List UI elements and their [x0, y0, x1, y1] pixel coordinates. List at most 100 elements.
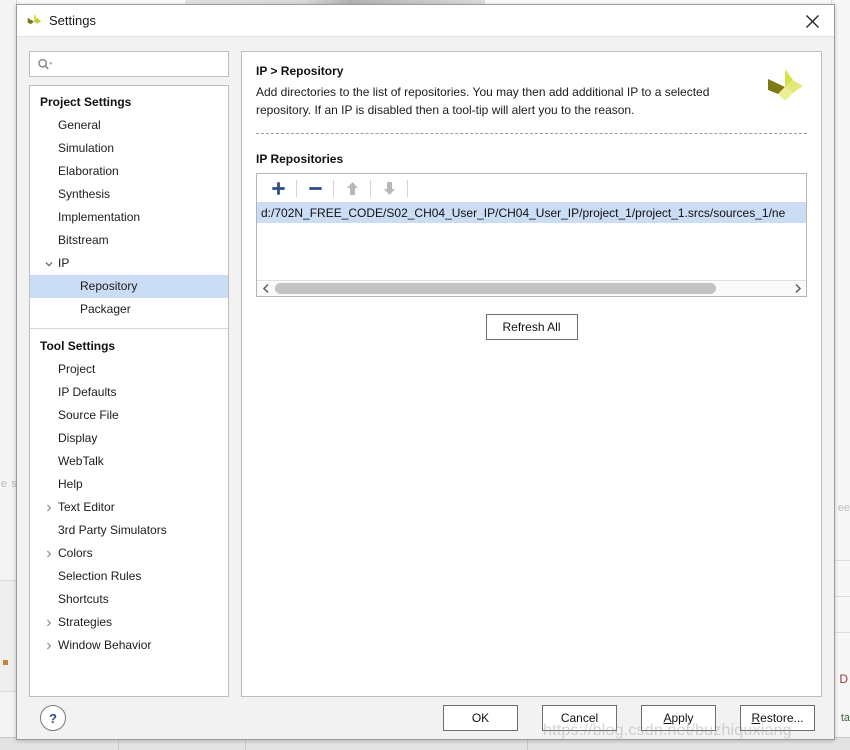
sidebar-item-project[interactable]: Project	[30, 358, 228, 381]
chevron-right-icon[interactable]	[44, 618, 54, 628]
repository-path: d:/702N_FREE_CODE/S02_CH04_User_IP/CH04_…	[261, 206, 786, 220]
chevron-right-icon[interactable]	[790, 282, 804, 296]
sidebar-item-label: Help	[58, 477, 83, 491]
sidebar-item-label: Text Editor	[58, 500, 115, 514]
dialog-body: Project Settings General Simulation Elab…	[17, 37, 834, 697]
toolbar-divider	[296, 179, 297, 197]
sidebar-item-general[interactable]: General	[30, 114, 228, 137]
tree-group-tool-settings: Tool Settings	[40, 339, 116, 353]
ip-repositories-widget: d:/702N_FREE_CODE/S02_CH04_User_IP/CH04_…	[256, 173, 807, 297]
sidebar-item-webtalk[interactable]: WebTalk	[30, 450, 228, 473]
dialog-footer: ? OK Cancel Apply Restore...	[17, 697, 834, 739]
sidebar-item-shortcuts[interactable]: Shortcuts	[30, 588, 228, 611]
pane-header: IP > Repository Add directories to the l…	[256, 64, 807, 119]
backdrop-right-letter: D	[839, 672, 848, 686]
settings-navigation-column: Project Settings General Simulation Elab…	[29, 51, 229, 697]
sidebar-item-label: Elaboration	[58, 164, 119, 178]
restore-label: Restore...	[751, 711, 804, 725]
ok-button[interactable]: OK	[443, 705, 518, 731]
help-button[interactable]: ?	[40, 705, 66, 731]
move-up-button[interactable]	[339, 177, 365, 199]
sidebar-item-text-editor[interactable]: Text Editor	[30, 496, 228, 519]
toolbar-divider	[370, 179, 371, 197]
chevron-right-icon[interactable]	[44, 641, 54, 651]
sidebar-item-colors[interactable]: Colors	[30, 542, 228, 565]
sidebar-item-source-file[interactable]: Source File	[30, 404, 228, 427]
remove-repository-button[interactable]	[302, 177, 328, 199]
sidebar-item-packager[interactable]: Packager	[30, 298, 228, 321]
move-down-button[interactable]	[376, 177, 402, 199]
sidebar-item-label: 3rd Party Simulators	[58, 523, 167, 537]
sidebar-item-label: Packager	[80, 302, 131, 316]
sidebar-item-window-behavior[interactable]: Window Behavior	[30, 634, 228, 657]
search-input[interactable]	[57, 56, 228, 72]
cancel-button[interactable]: Cancel	[542, 705, 617, 731]
sidebar-item-simulation[interactable]: Simulation	[30, 137, 228, 160]
settings-detail-pane: IP > Repository Add directories to the l…	[241, 51, 822, 697]
tree-group-project-settings: Project Settings	[40, 95, 132, 109]
sidebar-item-label: Synthesis	[58, 187, 111, 201]
apply-label: Apply	[663, 711, 694, 725]
sidebar-item-label: Strategies	[58, 615, 113, 629]
sidebar-item-label: Colors	[58, 546, 93, 560]
backdrop-right-tail: ta	[840, 712, 850, 724]
sidebar-item-label: General	[58, 118, 101, 132]
sidebar-item-label: IP	[58, 256, 70, 270]
sidebar-item-bitstream[interactable]: Bitstream	[30, 229, 228, 252]
sidebar-item-3rd-party-simulators[interactable]: 3rd Party Simulators	[30, 519, 228, 542]
backdrop-left-subpanel	[0, 580, 16, 692]
sidebar-item-label: Bitstream	[58, 233, 109, 247]
settings-tree: Project Settings General Simulation Elab…	[29, 85, 229, 697]
sidebar-item-label: Repository	[80, 279, 138, 293]
repositories-list[interactable]: d:/702N_FREE_CODE/S02_CH04_User_IP/CH04_…	[257, 203, 806, 280]
apply-button[interactable]: Apply	[641, 705, 716, 731]
horizontal-scrollbar[interactable]	[257, 280, 806, 296]
search-box[interactable]	[29, 51, 229, 77]
footer-button-group: OK Cancel Apply Restore...	[443, 705, 822, 731]
backdrop-left-text: e s	[1, 478, 18, 490]
sidebar-item-implementation[interactable]: Implementation	[30, 206, 228, 229]
refresh-all-button[interactable]: Refresh All	[485, 314, 578, 340]
sidebar-item-label: Selection Rules	[58, 569, 142, 583]
search-icon	[37, 58, 53, 71]
repositories-toolbar	[257, 174, 806, 203]
add-repository-button[interactable]	[265, 177, 291, 199]
sidebar-item-label: WebTalk	[58, 454, 104, 468]
ip-repositories-label: IP Repositories	[256, 152, 344, 166]
sidebar-item-elaboration[interactable]: Elaboration	[30, 160, 228, 183]
refresh-all-row: Refresh All	[256, 314, 807, 340]
sidebar-item-label: IP Defaults	[58, 385, 117, 399]
vivado-logo-icon	[25, 12, 43, 30]
sidebar-item-synthesis[interactable]: Synthesis	[30, 183, 228, 206]
sidebar-item-label: Implementation	[58, 210, 141, 224]
list-item[interactable]: d:/702N_FREE_CODE/S02_CH04_User_IP/CH04_…	[257, 203, 806, 223]
sidebar-item-strategies[interactable]: Strategies	[30, 611, 228, 634]
toolbar-divider	[333, 179, 334, 197]
toolbar-divider	[407, 179, 408, 197]
sidebar-item-label: Window Behavior	[58, 638, 152, 652]
sidebar-item-help[interactable]: Help	[30, 473, 228, 496]
sidebar-item-label: Shortcuts	[58, 592, 109, 606]
restore-button[interactable]: Restore...	[740, 705, 815, 731]
pane-divider	[256, 133, 807, 134]
vivado-logo-icon	[763, 64, 807, 108]
dialog-titlebar: Settings	[17, 5, 834, 37]
sidebar-item-label: Display	[58, 431, 98, 445]
chevron-right-icon[interactable]	[44, 503, 54, 513]
sidebar-item-ip-defaults[interactable]: IP Defaults	[30, 381, 228, 404]
dialog-title: Settings	[49, 13, 96, 28]
scrollbar-track[interactable]	[275, 283, 788, 294]
sidebar-item-display[interactable]: Display	[30, 427, 228, 450]
close-icon[interactable]	[790, 5, 834, 37]
sidebar-item-repository[interactable]: Repository	[30, 275, 228, 298]
chevron-left-icon[interactable]	[259, 282, 273, 296]
settings-dialog: Settings Project Settings General Simula…	[16, 4, 835, 740]
chevron-down-icon[interactable]	[44, 259, 54, 269]
sidebar-item-label: Project	[58, 362, 96, 376]
scrollbar-thumb[interactable]	[275, 283, 717, 294]
chevron-right-icon[interactable]	[44, 549, 54, 559]
page-title: IP > Repository	[256, 64, 344, 78]
sidebar-item-ip[interactable]: IP	[30, 252, 228, 275]
pane-description: Add directories to the list of repositor…	[256, 85, 710, 117]
sidebar-item-selection-rules[interactable]: Selection Rules	[30, 565, 228, 588]
